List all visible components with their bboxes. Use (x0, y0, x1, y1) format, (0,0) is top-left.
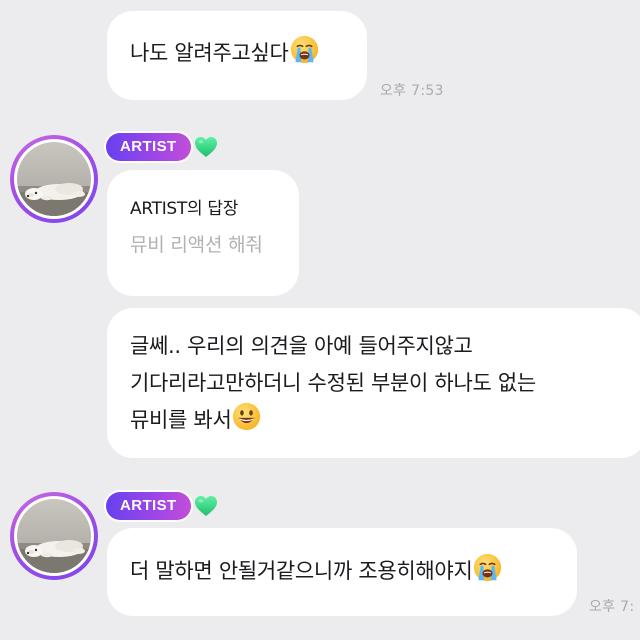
green-heart-icon (194, 495, 218, 517)
reply-bubble[interactable]: ARTIST의 답장 뮤비 리액션 해줘 (107, 170, 299, 296)
artist-avatar[interactable] (10, 135, 98, 223)
message-line: 기다리라고만하더니 수정된 부분이 하나도 없는 (130, 371, 536, 395)
reply-title: ARTIST의 답장 (130, 199, 239, 219)
loudly-crying-face-emoji-icon (290, 35, 319, 64)
artist-badge: ARTIST (106, 492, 191, 520)
message-line: 뮤비를 봐서 (130, 402, 640, 439)
message-line: 글쎄.. 우리의 의견을 아예 들어주지않고 (130, 334, 473, 358)
message-text-1: 나도 알려주고싶다 (130, 41, 289, 65)
message-bubble-4[interactable]: 더 말하면 안될거같으니까 조용히해야지 (107, 528, 577, 616)
artist-badge: ARTIST (106, 133, 191, 161)
message-bubble-1[interactable]: 나도 알려주고싶다 (107, 11, 367, 100)
loudly-crying-face-emoji-icon (473, 553, 502, 582)
timestamp-4: 오후 7: (589, 599, 635, 615)
artist-avatar[interactable] (10, 492, 98, 580)
grinning-face-emoji-icon (232, 402, 261, 431)
reply-quote: 뮤비 리액션 해줘 (130, 234, 263, 256)
message-text-4: 더 말하면 안될거같으니까 조용히해야지 (130, 559, 473, 583)
timestamp-1: 오후 7:53 (380, 83, 444, 99)
green-heart-icon (194, 136, 218, 158)
message-line-text: 뮤비를 봐서 (130, 408, 232, 432)
artist-avatar-photo (17, 499, 91, 573)
message-bubble-3[interactable]: 글쎄.. 우리의 의견을 아예 들어주지않고 기다리라고만하더니 수정된 부분이… (107, 308, 640, 458)
artist-avatar-photo (17, 142, 91, 216)
